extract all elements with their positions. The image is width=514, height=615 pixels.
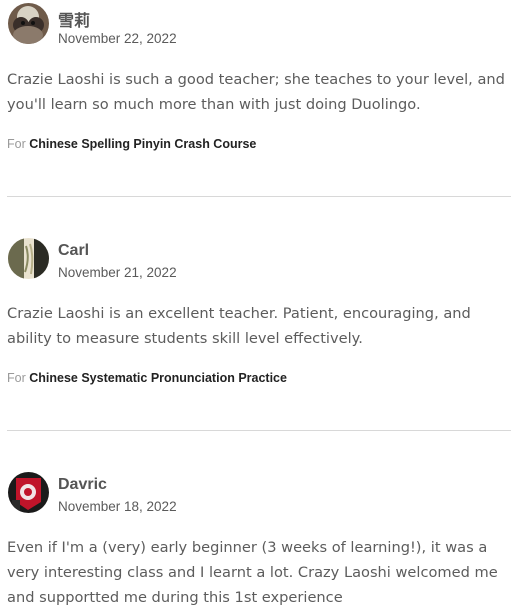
- course-for-label: For: [7, 137, 26, 151]
- review-date: November 22, 2022: [58, 31, 177, 46]
- reviewer-name[interactable]: Carl: [58, 242, 89, 260]
- review-divider: [7, 196, 511, 197]
- reviewer-avatar[interactable]: [8, 3, 49, 44]
- review-text: Crazie Laoshi is such a good teacher; sh…: [7, 71, 505, 113]
- reviewer-name[interactable]: 雪莉: [58, 7, 90, 31]
- avatar-photo-icon: [8, 472, 49, 513]
- course-link[interactable]: Chinese Systematic Pronunciation Practic…: [29, 371, 287, 385]
- avatar-photo-icon: [8, 238, 49, 279]
- review-text: Crazie Laoshi is an excellent teacher. P…: [7, 305, 471, 347]
- course-link[interactable]: Chinese Spelling Pinyin Crash Course: [29, 137, 256, 151]
- course-for-label: For: [7, 371, 26, 385]
- review-course: For Chinese Systematic Pronunciation Pra…: [7, 371, 287, 385]
- reviewer-avatar[interactable]: [8, 472, 49, 513]
- avatar-photo-icon: [8, 3, 49, 44]
- review-date: November 21, 2022: [58, 265, 177, 280]
- review-course: For Chinese Spelling Pinyin Crash Course: [7, 137, 256, 151]
- review-text: Even if I'm a (very) early beginner (3 w…: [7, 539, 498, 606]
- reviewer-avatar[interactable]: [8, 238, 49, 279]
- reviewer-name[interactable]: Davric: [58, 476, 107, 494]
- review-date: November 18, 2022: [58, 499, 177, 514]
- review-divider: [7, 430, 511, 431]
